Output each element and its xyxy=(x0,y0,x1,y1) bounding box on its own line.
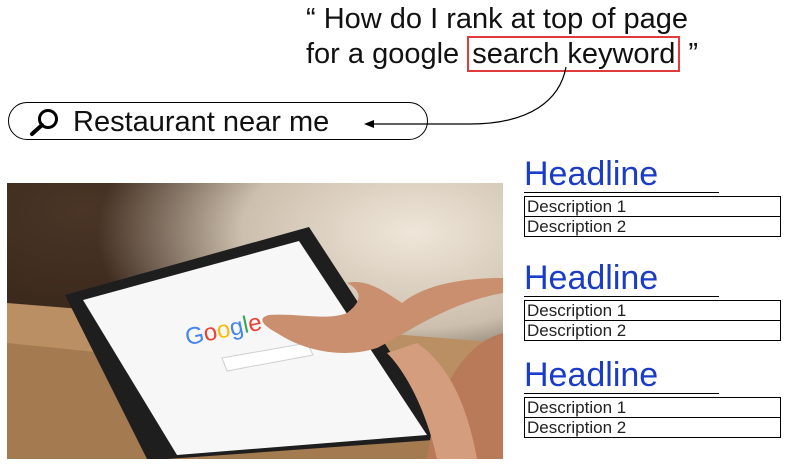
ad-block-3: Headline Description 1 Description 2 xyxy=(524,357,781,438)
ad-block-1: Headline Description 1 Description 2 xyxy=(524,156,781,237)
ad-headline[interactable]: Headline xyxy=(524,357,719,394)
ad-description-1: Description 1 xyxy=(524,300,781,321)
ad-description-2: Description 2 xyxy=(524,417,781,438)
tablet-google-photo: Google xyxy=(7,183,503,459)
ad-description-1: Description 1 xyxy=(524,397,781,418)
photo-illustration: Google xyxy=(7,227,503,459)
ad-description-2: Description 2 xyxy=(524,320,781,341)
ad-headline[interactable]: Headline xyxy=(524,156,719,193)
ad-block-2: Headline Description 1 Description 2 xyxy=(524,260,781,341)
ad-description-2: Description 2 xyxy=(524,216,781,237)
ad-description-1: Description 1 xyxy=(524,196,781,217)
ad-headline[interactable]: Headline xyxy=(524,260,719,297)
